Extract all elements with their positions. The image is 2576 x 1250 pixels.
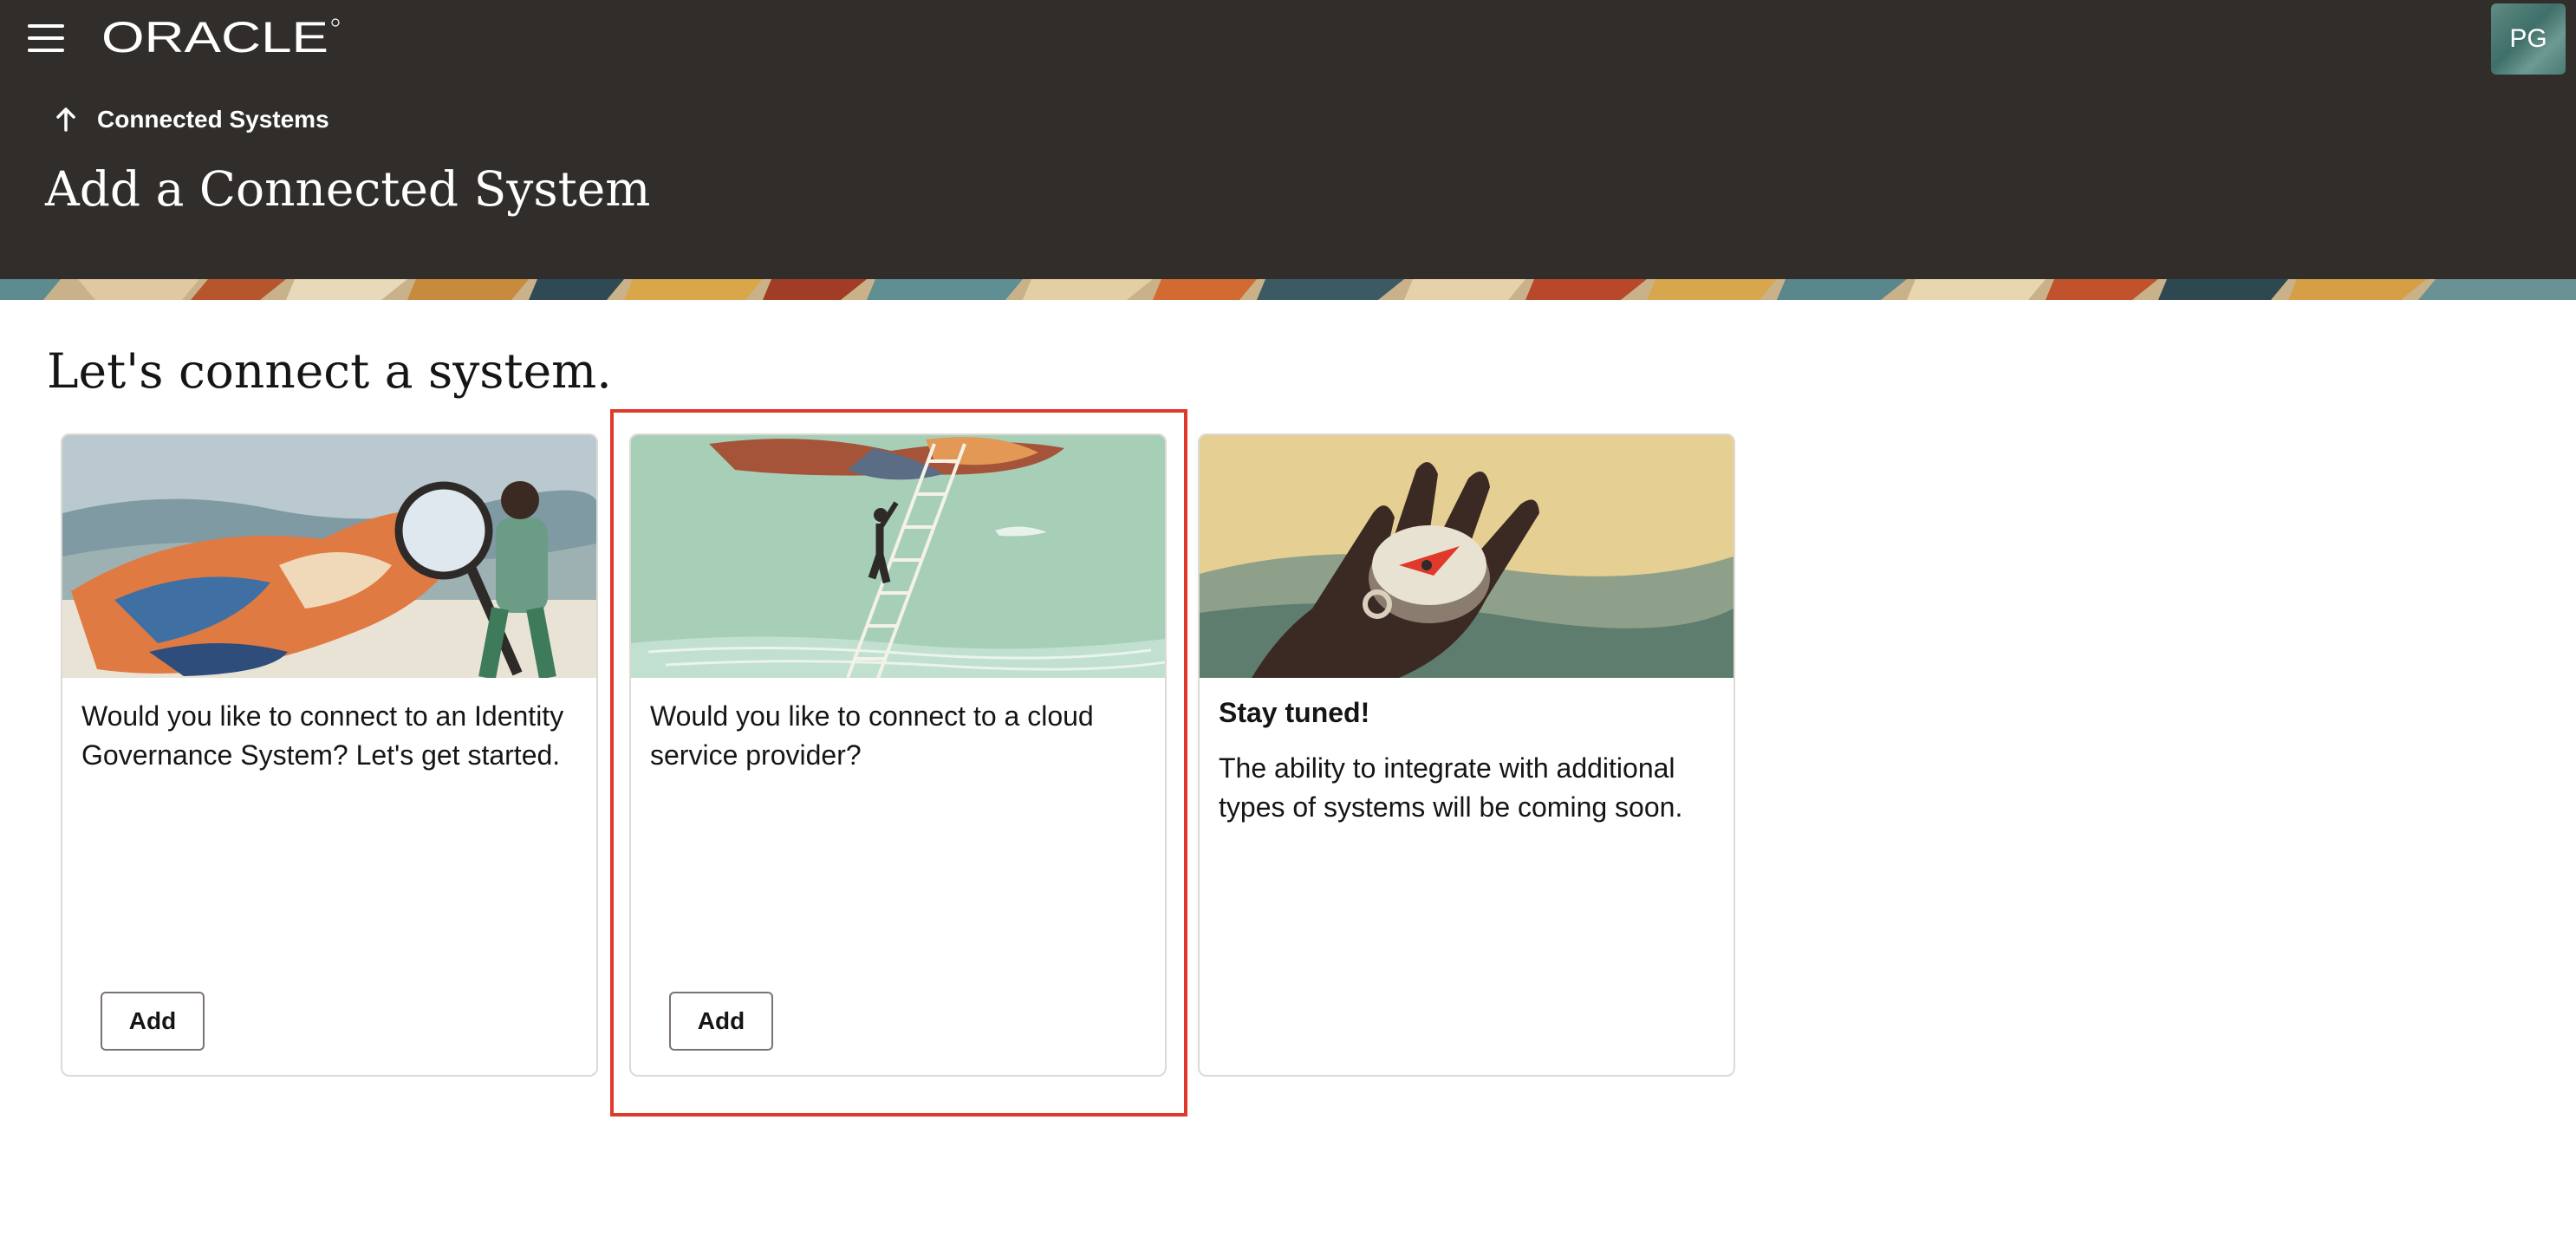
- app-header: ORACLE PG Connected Systems Add a Connec…: [0, 0, 2576, 279]
- card-title: Stay tuned!: [1219, 697, 1370, 728]
- breadcrumb-label: Connected Systems: [97, 106, 329, 133]
- ladder-illustration: [631, 435, 1165, 678]
- compass-hand-illustration: [1200, 435, 1734, 678]
- svg-text:ORACLE: ORACLE: [101, 16, 329, 57]
- menu-icon[interactable]: [28, 23, 64, 54]
- card-stay-tuned: Stay tuned! The ability to integrate wit…: [1198, 433, 1735, 1077]
- section-title: Let's connect a system.: [47, 343, 612, 399]
- card-description: The ability to integrate with additional…: [1219, 752, 1683, 823]
- decorative-banner: [0, 279, 2576, 300]
- page-title: Add a Connected System: [45, 161, 651, 217]
- add-identity-governance-button[interactable]: Add: [101, 992, 205, 1051]
- card-cloud-service-provider: Would you like to connect to a cloud ser…: [629, 433, 1167, 1077]
- magnifier-illustration: [62, 435, 596, 678]
- card-description: Would you like to connect to a cloud ser…: [650, 700, 1094, 771]
- add-cloud-service-provider-button[interactable]: Add: [669, 992, 773, 1051]
- breadcrumb-connected-systems[interactable]: Connected Systems: [54, 102, 329, 137]
- arrow-up-icon: [56, 107, 75, 132]
- card-description: Would you like to connect to an Identity…: [81, 700, 564, 771]
- oracle-logo[interactable]: ORACLE: [101, 16, 341, 57]
- card-identity-governance: Would you like to connect to an Identity…: [61, 433, 598, 1077]
- user-avatar[interactable]: PG: [2491, 3, 2566, 75]
